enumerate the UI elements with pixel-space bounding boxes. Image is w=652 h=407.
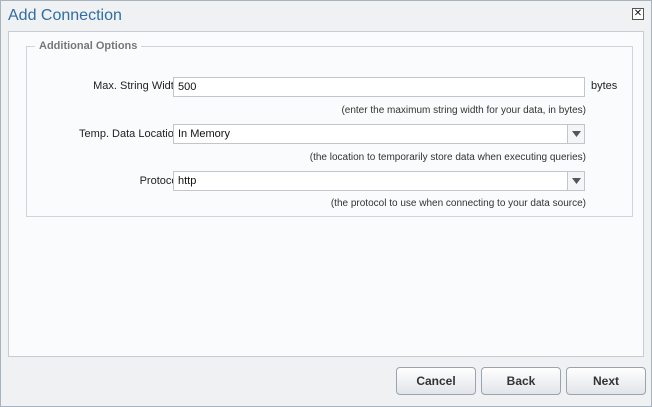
dialog-title: Add Connection xyxy=(8,7,122,24)
cancel-button[interactable]: Cancel xyxy=(396,367,476,395)
add-connection-dialog: Add Connection ✕ Additional Options Max.… xyxy=(0,0,652,407)
dialog-content: Additional Options Max. String Width: 50… xyxy=(8,31,644,357)
next-button[interactable]: Next xyxy=(566,367,646,395)
max-string-width-input[interactable]: 500 xyxy=(173,77,585,97)
temp-data-location-hint: (the location to temporarily store data … xyxy=(309,152,586,163)
temp-data-location-value: In Memory xyxy=(178,128,230,140)
chevron-down-icon[interactable] xyxy=(567,125,584,143)
section-legend: Additional Options xyxy=(39,40,138,52)
max-string-width-hint: (enter the maximum string width for your… xyxy=(341,105,586,116)
protocol-select[interactable]: http xyxy=(173,171,585,191)
max-string-width-label: Max. String Width: xyxy=(93,80,183,92)
protocol-label: Protocol: xyxy=(139,175,183,187)
temp-data-location-label: Temp. Data Location: xyxy=(79,128,183,140)
back-button[interactable]: Back xyxy=(481,367,561,395)
chevron-down-icon[interactable] xyxy=(567,172,584,190)
protocol-value: http xyxy=(178,175,197,187)
max-string-width-unit: bytes xyxy=(591,80,618,92)
close-button[interactable]: ✕ xyxy=(632,8,644,20)
temp-data-location-select[interactable]: In Memory xyxy=(173,124,585,144)
protocol-hint: (the protocol to use when connecting to … xyxy=(330,198,586,209)
additional-options-group: Additional Options Max. String Width: 50… xyxy=(26,40,633,217)
close-icon: ✕ xyxy=(633,8,643,19)
